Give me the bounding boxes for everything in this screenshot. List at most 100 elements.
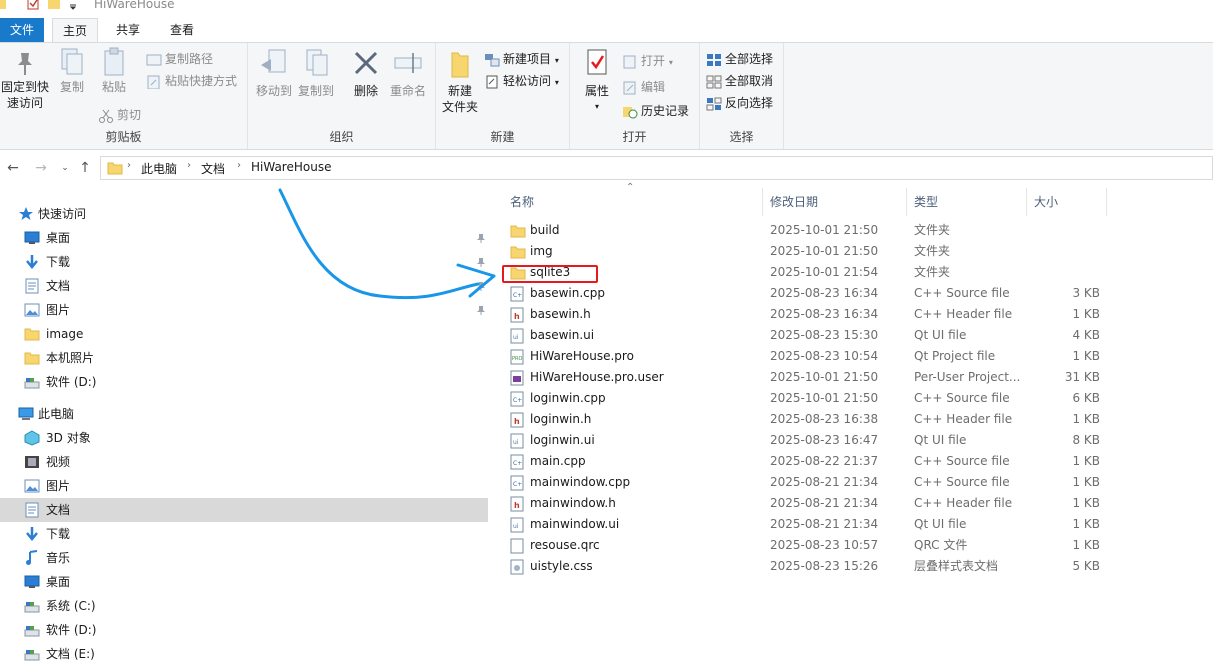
file-name[interactable]: mainwindow.cpp <box>530 472 630 493</box>
breadcrumb-this-pc[interactable]: 此电脑 <box>141 160 177 177</box>
quick-access-toolbar[interactable] <box>0 0 80 13</box>
history-button[interactable]: 历史记录 <box>622 101 689 121</box>
column-header-size[interactable]: 大小 <box>1028 188 1106 216</box>
address-bar[interactable]: › 此电脑 › 文档 › HiWareHouse <box>100 156 1213 180</box>
file-name[interactable]: resouse.qrc <box>530 535 600 556</box>
file-row[interactable]: ui basewin.ui 2025-08-23 15:30 Qt UI file 4 … <box>504 325 1213 346</box>
nav-item-pc-7[interactable]: 桌面 <box>0 570 488 594</box>
file-row[interactable]: build 2025-10-01 21:50 文件夹 <box>504 220 1213 241</box>
open-button[interactable]: 打开 ▾ <box>622 51 673 71</box>
file-row[interactable]: C+ main.cpp 2025-08-22 21:37 C++ Source fil… <box>504 451 1213 472</box>
file-name[interactable]: basewin.ui <box>530 325 594 346</box>
nav-item-quick-1[interactable]: 桌面 <box>0 226 488 250</box>
paste-shortcut-button[interactable]: 粘贴快捷方式 <box>146 71 237 91</box>
edit-button[interactable]: 编辑 <box>622 77 665 97</box>
new-item-button[interactable]: 新建项目 ▾ <box>484 49 559 69</box>
file-row[interactable]: sqlite3 2025-10-01 21:54 文件夹 <box>504 262 1213 283</box>
file-name[interactable]: loginwin.ui <box>530 430 595 451</box>
file-name[interactable]: uistyle.css <box>530 556 593 577</box>
column-header-name[interactable]: 名称 <box>504 188 762 216</box>
easy-access-button[interactable]: 轻松访问 ▾ <box>484 71 559 91</box>
forward-icon[interactable]: → <box>32 158 50 178</box>
rename-button[interactable]: 重命名 <box>388 47 428 99</box>
column-divider[interactable] <box>762 188 763 216</box>
file-name[interactable]: mainwindow.ui <box>530 514 619 535</box>
nav-item-quick-6[interactable]: 本机照片 <box>0 346 488 370</box>
column-header-type[interactable]: 类型 <box>908 188 1026 216</box>
file-name[interactable]: loginwin.h <box>530 409 591 430</box>
breadcrumb-current-folder[interactable]: HiWareHouse <box>251 160 331 174</box>
svg-text:PRO: PRO <box>512 356 522 362</box>
pin-icon[interactable] <box>476 280 486 291</box>
nav-item-quick-2[interactable]: 下载 <box>0 250 488 274</box>
file-row[interactable]: h mainwindow.h 2025-08-21 21:34 C++ Header … <box>504 493 1213 514</box>
breadcrumb-documents[interactable]: 文档 <box>201 160 225 177</box>
nav-item-quick-7[interactable]: 软件 (D:) <box>0 370 488 394</box>
nav-item-pc-6[interactable]: 音乐 <box>0 546 488 570</box>
nav-item-pc-8[interactable]: 系统 (C:) <box>0 594 488 618</box>
column-divider[interactable] <box>1106 188 1107 216</box>
file-row[interactable]: ui mainwindow.ui 2025-08-21 21:34 Qt UI fil… <box>504 514 1213 535</box>
file-name[interactable]: basewin.cpp <box>530 283 605 304</box>
nav-item-pc-9[interactable]: 软件 (D:) <box>0 618 488 642</box>
file-row[interactable]: h basewin.h 2025-08-23 16:34 C++ Header fil… <box>504 304 1213 325</box>
file-name[interactable]: main.cpp <box>530 451 586 472</box>
file-name[interactable]: mainwindow.h <box>530 493 616 514</box>
file-name[interactable]: HiWareHouse.pro <box>530 346 634 367</box>
nav-item-pc-1[interactable]: 3D 对象 <box>0 426 488 450</box>
column-header-date[interactable]: 修改日期 <box>764 188 906 216</box>
tab-view[interactable]: 查看 <box>160 18 204 42</box>
nav-this-pc[interactable]: 此电脑 <box>0 402 488 426</box>
properties-button[interactable]: 属性 ▾ <box>578 47 616 115</box>
back-icon[interactable]: ← <box>4 158 22 178</box>
file-row[interactable]: PRO HiWareHouse.pro 2025-08-23 10:54 Qt Pro… <box>504 346 1213 367</box>
column-divider[interactable] <box>1026 188 1027 216</box>
tab-share[interactable]: 共享 <box>106 18 150 42</box>
file-row[interactable]: h loginwin.h 2025-08-23 16:38 C++ Header fi… <box>504 409 1213 430</box>
pin-icon[interactable] <box>476 256 486 267</box>
file-name[interactable]: HiWareHouse.pro.user <box>530 367 664 388</box>
nav-item-pc-4[interactable]: 文档 <box>0 498 488 522</box>
file-row[interactable]: uistyle.css 2025-08-23 15:26 层叠样式表文档 5 KB <box>504 556 1213 577</box>
nav-quick-access[interactable]: 快速访问 <box>0 202 488 226</box>
nav-item-quick-4[interactable]: 图片 <box>0 298 488 322</box>
file-type: 层叠样式表文档 <box>914 559 999 573</box>
nav-item-pc-10[interactable]: 文档 (E:) <box>0 642 488 666</box>
new-folder-button[interactable]: 新建 文件夹 <box>440 47 480 115</box>
delete-button[interactable]: 删除 <box>348 47 384 99</box>
cut-button[interactable]: 剪切 <box>98 105 141 125</box>
file-name[interactable]: basewin.h <box>530 304 591 325</box>
file-name[interactable]: build <box>530 220 560 241</box>
file-row[interactable]: ui loginwin.ui 2025-08-23 16:47 Qt UI file 8… <box>504 430 1213 451</box>
file-row[interactable]: C+ loginwin.cpp 2025-10-01 21:50 C++ Source… <box>504 388 1213 409</box>
file-date: 2025-10-01 21:50 <box>770 223 879 237</box>
file-row[interactable]: resouse.qrc 2025-08-23 10:57 QRC 文件 1 KB <box>504 535 1213 556</box>
file-row[interactable]: C+ mainwindow.cpp 2025-08-21 21:34 C++ Sour… <box>504 472 1213 493</box>
move-to-button[interactable]: 移动到 <box>254 47 294 99</box>
pin-icon[interactable] <box>476 232 486 243</box>
column-divider[interactable] <box>906 188 907 216</box>
pin-to-quick-access-button[interactable]: 固定到快 速访问 <box>0 47 50 111</box>
copy-button[interactable]: 复制 <box>54 47 90 95</box>
paste-button[interactable]: 粘贴 <box>96 47 132 95</box>
file-row[interactable]: C+ basewin.cpp 2025-08-23 16:34 C++ Source … <box>504 283 1213 304</box>
select-none-button[interactable]: 全部取消 <box>706 71 773 91</box>
nav-item-pc-3[interactable]: 图片 <box>0 474 488 498</box>
tab-file[interactable]: 文件 <box>0 18 44 42</box>
nav-item-pc-2[interactable]: 视频 <box>0 450 488 474</box>
invert-selection-button[interactable]: 反向选择 <box>706 93 773 113</box>
select-all-button[interactable]: 全部选择 <box>706 49 773 69</box>
nav-item-quick-5[interactable]: image <box>0 322 488 346</box>
recent-locations-icon[interactable]: ⌄ <box>56 158 74 178</box>
nav-item-pc-5[interactable]: 下载 <box>0 522 488 546</box>
copy-path-button[interactable]: 复制路径 <box>146 49 213 69</box>
file-row[interactable]: HiWareHouse.pro.user 2025-10-01 21:50 Per-… <box>504 367 1213 388</box>
file-row[interactable]: img 2025-10-01 21:50 文件夹 <box>504 241 1213 262</box>
tab-home[interactable]: 主页 <box>52 18 98 42</box>
file-name[interactable]: img <box>530 241 553 262</box>
pin-icon[interactable] <box>476 304 486 315</box>
copy-to-button[interactable]: 复制到 <box>296 47 336 99</box>
up-icon[interactable]: ↑ <box>76 158 94 178</box>
nav-item-quick-3[interactable]: 文档 <box>0 274 488 298</box>
file-name[interactable]: loginwin.cpp <box>530 388 606 409</box>
